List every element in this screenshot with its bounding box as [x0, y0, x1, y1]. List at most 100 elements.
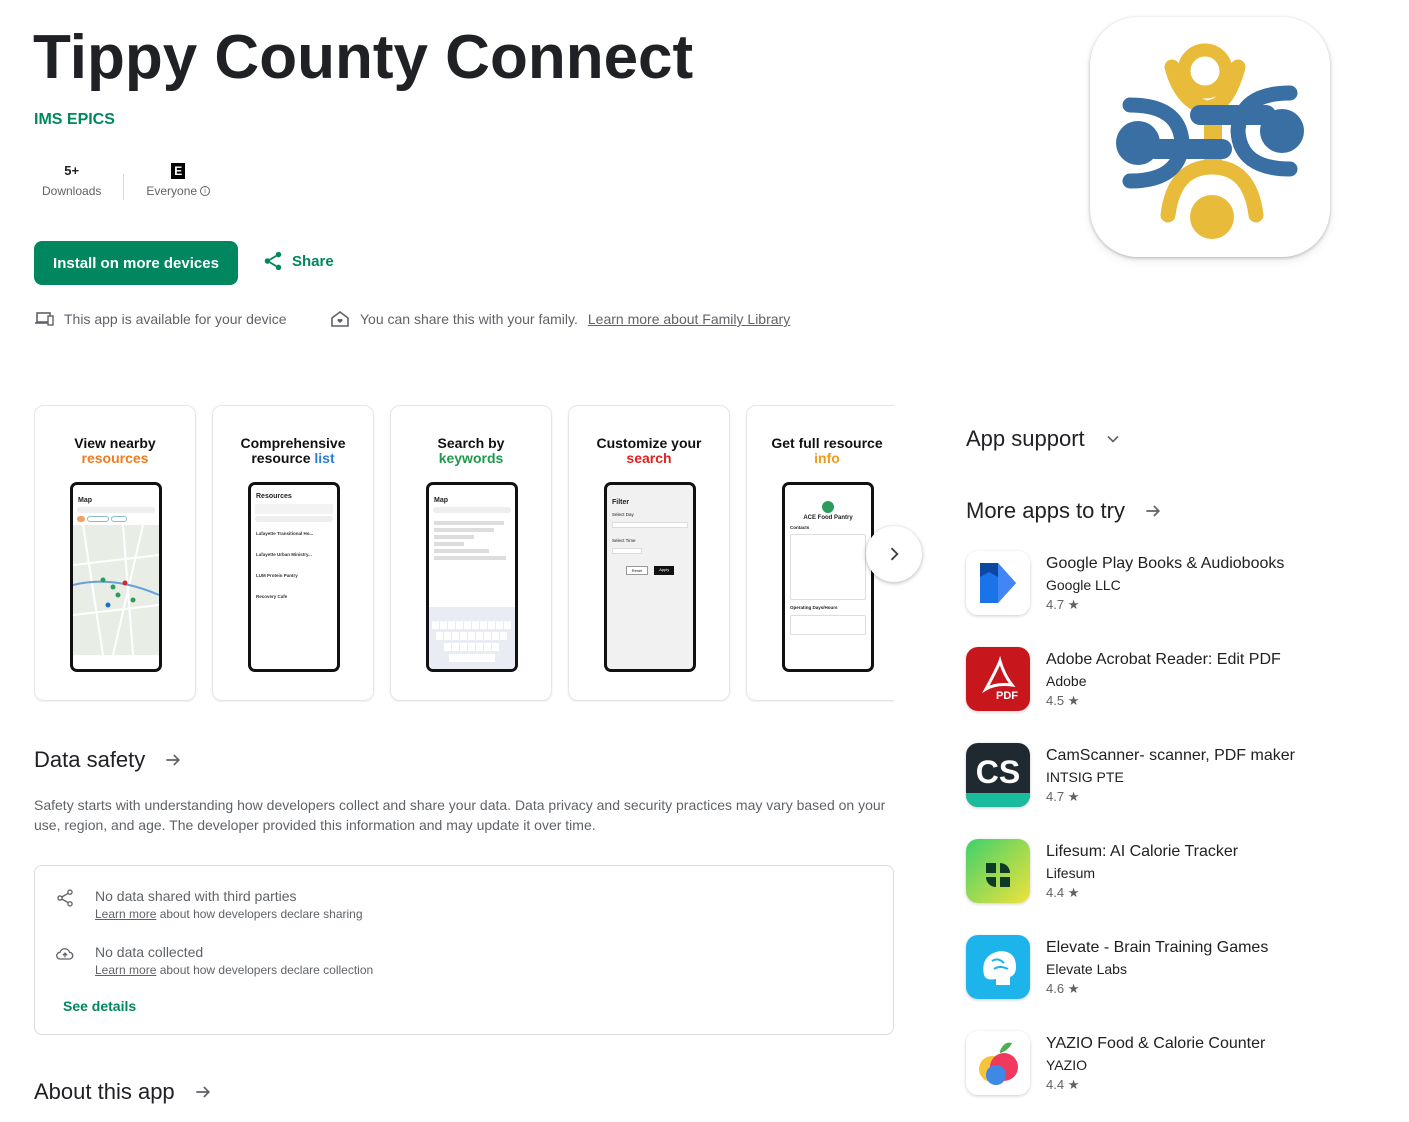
arrow-right-icon: [196, 1086, 210, 1098]
app-card-yazio[interactable]: YAZIO Food & Calorie Counter YAZIO 4.4 ★: [966, 1031, 1265, 1095]
screenshot-1[interactable]: View nearby resources Map: [34, 405, 196, 701]
screenshot-4[interactable]: Customize your search Filter Select Day S…: [568, 405, 730, 701]
app-card-play-books[interactable]: Google Play Books & Audiobooks Google LLC…: [966, 551, 1284, 615]
data-collected-title: No data collected: [95, 944, 204, 960]
see-details-link[interactable]: See details: [63, 998, 136, 1014]
content-rating-stat[interactable]: E Everyone i: [138, 160, 218, 198]
downloads-stat: 5+ Downloads: [34, 160, 109, 198]
developer-link[interactable]: IMS EPICS: [34, 111, 115, 129]
family-library-link[interactable]: Learn more about Family Library: [588, 311, 790, 327]
app-developer: INTSIG PTE: [1046, 769, 1124, 785]
lifesum-icon: [966, 839, 1030, 903]
app-card-camscanner[interactable]: CS CamScanner- scanner, PDF maker INTSIG …: [966, 743, 1295, 807]
camscanner-icon: CS: [966, 743, 1030, 807]
app-rating: 4.4: [1046, 1077, 1065, 1092]
downloads-label: Downloads: [42, 184, 102, 198]
app-name: Google Play Books & Audiobooks: [1046, 555, 1285, 572]
resource-item: Recovery Cafe: [256, 594, 288, 599]
resource-item: Lafayette Transitional Ho...: [256, 531, 314, 536]
screenshot-carousel[interactable]: View nearby resources Map Comprehensive re…: [34, 405, 894, 702]
data-collected-row: No data collected Learn more about how d…: [55, 944, 373, 977]
reset-button: Reset: [625, 566, 649, 575]
phone-frame: Filter Select Day Select Time Reset Appl…: [604, 482, 696, 672]
contacts-label: Contacts: [790, 525, 810, 530]
app-name: YAZIO Food & Calorie Counter: [1046, 1035, 1266, 1052]
app-stats: 5+ Downloads E Everyone i: [34, 160, 218, 200]
data-safety-title: Data safety: [34, 747, 146, 772]
learn-more-collection-link[interactable]: Learn more: [95, 963, 156, 977]
sharing-note: about how developers declare sharing: [156, 907, 363, 921]
caption-line1: Search by: [437, 435, 505, 451]
app-developer: Lifesum: [1046, 865, 1096, 881]
app-card-elevate[interactable]: Elevate - Brain Training Games Elevate La…: [966, 935, 1268, 999]
devices-icon: [35, 312, 54, 326]
learn-more-sharing-link[interactable]: Learn more: [95, 907, 156, 921]
about-header[interactable]: About this app: [34, 1079, 213, 1105]
app-icon: [1090, 17, 1330, 257]
play-books-icon: [966, 551, 1030, 615]
app-card-lifesum[interactable]: Lifesum: AI Calorie Tracker Lifesum 4.4 ★: [966, 839, 1238, 903]
star-icon: ★: [1067, 885, 1080, 900]
device-availability-text: This app is available for your device: [64, 311, 287, 327]
svg-text:CS: CS: [976, 754, 1020, 790]
app-rating: 4.5: [1046, 693, 1065, 708]
collection-note: about how developers declare collection: [156, 963, 374, 977]
caption-line1: Customize your: [596, 435, 702, 451]
install-button[interactable]: Install on more devices: [34, 241, 238, 285]
app-developer: YAZIO: [1046, 1057, 1087, 1073]
more-apps-title: More apps to try: [966, 498, 1125, 523]
screen-title: Resources: [256, 493, 292, 500]
app-name: Adobe Acrobat Reader: Edit PDF: [1046, 651, 1281, 668]
share-icon: [264, 251, 282, 271]
caption-line1: Get full resource: [771, 435, 883, 451]
app-support-header[interactable]: App support: [966, 426, 1123, 452]
star-icon: ★: [1067, 693, 1080, 708]
phone-frame: ACE Food Pantry Contacts Operating Days/…: [782, 482, 874, 672]
more-apps-header[interactable]: More apps to try: [966, 498, 1163, 524]
caption-line2: resource: [251, 450, 315, 466]
elevate-icon: [966, 935, 1030, 999]
app-rating: 4.7: [1046, 597, 1065, 612]
app-rating: 4.6: [1046, 981, 1065, 996]
app-card-adobe[interactable]: PDF Adobe Acrobat Reader: Edit PDF Adobe 4…: [966, 647, 1281, 711]
app-rating: 4.4: [1046, 885, 1065, 900]
yazio-icon: [966, 1031, 1030, 1095]
app-name: Elevate - Brain Training Games: [1046, 939, 1269, 956]
caption-highlight: info: [814, 450, 840, 466]
cloud-upload-icon: [56, 948, 74, 960]
app-rating: 4.7: [1046, 789, 1065, 804]
arrow-right-icon: [166, 754, 181, 766]
caption-highlight: search: [626, 450, 672, 466]
app-developer: Adobe: [1046, 673, 1087, 689]
star-icon: ★: [1067, 981, 1080, 996]
app-developer: Elevate Labs: [1046, 961, 1127, 977]
content-rating-label: Everyone: [146, 184, 198, 198]
device-availability: This app is available for your device: [34, 310, 287, 328]
tippy-logo-icon: [1116, 43, 1304, 239]
data-shared-row: No data shared with third parties Learn …: [55, 888, 363, 921]
screenshot-2[interactable]: Comprehensive resource list Resources Laf…: [212, 405, 374, 701]
info-icon[interactable]: i: [200, 186, 211, 196]
stats-divider: [123, 174, 125, 200]
data-safety-header[interactable]: Data safety: [34, 747, 183, 773]
app-developer: Google LLC: [1046, 577, 1121, 593]
about-title: About this app: [34, 1079, 175, 1104]
share-icon: [57, 889, 73, 907]
phone-frame: Resources Lafayette Transitional Ho... L…: [248, 482, 340, 672]
caption-highlight: list: [314, 450, 335, 466]
phone-frame: Map: [70, 482, 162, 672]
apply-button: Apply: [654, 566, 675, 575]
screen-title: Filter: [612, 499, 630, 506]
screen-title: Map: [434, 497, 448, 504]
caption-line1: Comprehensive: [240, 435, 346, 451]
phone-screen: Filter Select Day Select Time Reset Appl…: [607, 485, 693, 669]
screenshot-3[interactable]: Search by keywords Map: [390, 405, 552, 701]
esrb-everyone-icon: E: [171, 163, 186, 179]
carousel-next-button[interactable]: [866, 526, 922, 582]
phone-screen: ACE Food Pantry Contacts Operating Days/…: [785, 485, 871, 669]
share-button[interactable]: Share: [262, 250, 334, 272]
map-view: [73, 524, 159, 656]
star-icon: ★: [1067, 789, 1080, 804]
downloads-value: 5+: [64, 163, 80, 178]
adobe-acrobat-icon: PDF: [966, 647, 1030, 711]
